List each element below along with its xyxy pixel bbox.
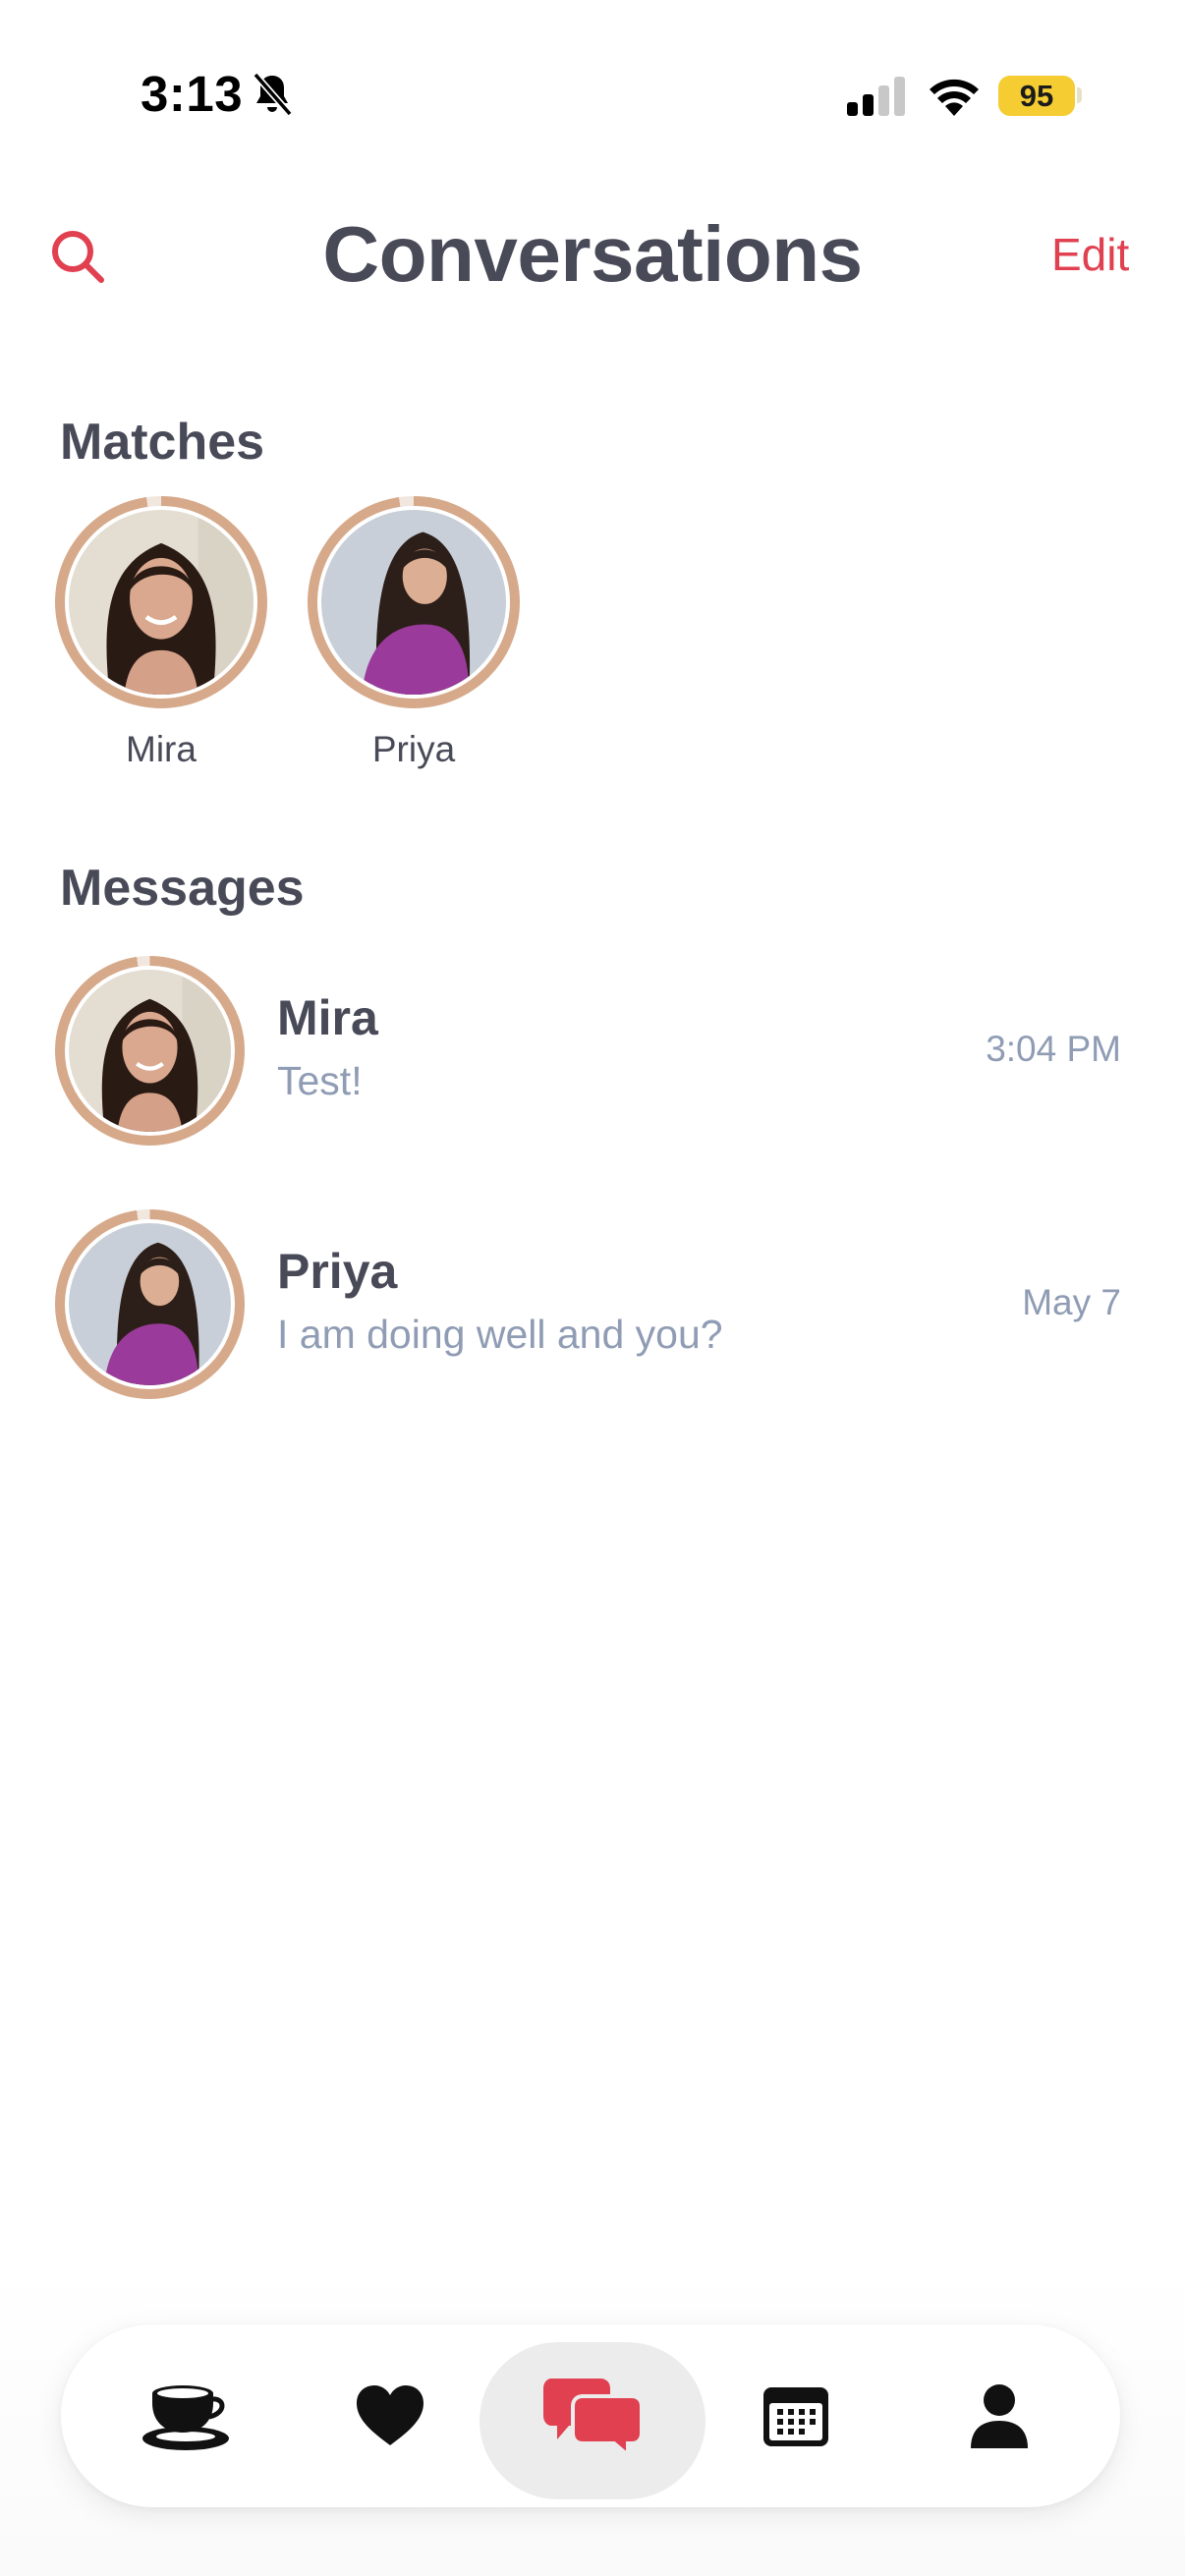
status-bar: 3:13 95 [0,0,1185,187]
person-icon [971,2384,1028,2448]
conversation-preview: Test! [277,1058,363,1103]
edit-button[interactable]: Edit [1051,228,1129,281]
battery-tip [1077,87,1082,103]
heart-icon [357,2385,423,2445]
chat-bubbles-icon [543,2379,642,2455]
match-name-mira: Mira [126,729,197,769]
battery-icon: 95 [998,76,1075,116]
tab-likes[interactable] [321,2324,459,2507]
tab-calendar[interactable] [727,2324,865,2507]
coffee-cup-icon [142,2385,229,2450]
conversation-row-mira[interactable]: Mira Test! 3:04 PM [0,948,1185,1146]
avatar-photo [69,510,254,695]
avatar-photo [69,1223,231,1385]
conversation-avatar [55,1209,245,1399]
signal-icon [847,77,905,116]
conversations-screen: 3:13 95 Conversations Edit Matches Mira … [0,0,1185,2576]
conversation-name: Priya [277,1244,398,1299]
conversation-row-priya[interactable]: Priya I am doing well and you? May 7 [0,1202,1185,1399]
conversation-name: Mira [277,990,378,1045]
tab-coffee[interactable] [117,2324,254,2507]
conversation-time: May 7 [1022,1282,1121,1322]
conversation-preview: I am doing well and you? [277,1312,723,1357]
status-time: 3:13 [141,66,244,122]
match-avatar-mira[interactable] [55,496,267,708]
bell-slash-icon [253,72,293,117]
avatar-photo [69,970,231,1132]
match-avatar-priya[interactable] [308,496,520,708]
match-name-priya: Priya [371,729,456,769]
conversation-avatar [55,956,245,1146]
tab-profile[interactable] [931,2324,1068,2507]
page-title: Conversations [322,210,863,298]
avatar-photo [321,510,506,695]
messages-heading: Messages [60,860,305,917]
tab-conversations[interactable] [524,2324,661,2507]
conversation-time: 3:04 PM [986,1029,1121,1069]
matches-heading: Matches [60,414,265,471]
calendar-icon [763,2387,828,2446]
wifi-icon [930,79,979,116]
